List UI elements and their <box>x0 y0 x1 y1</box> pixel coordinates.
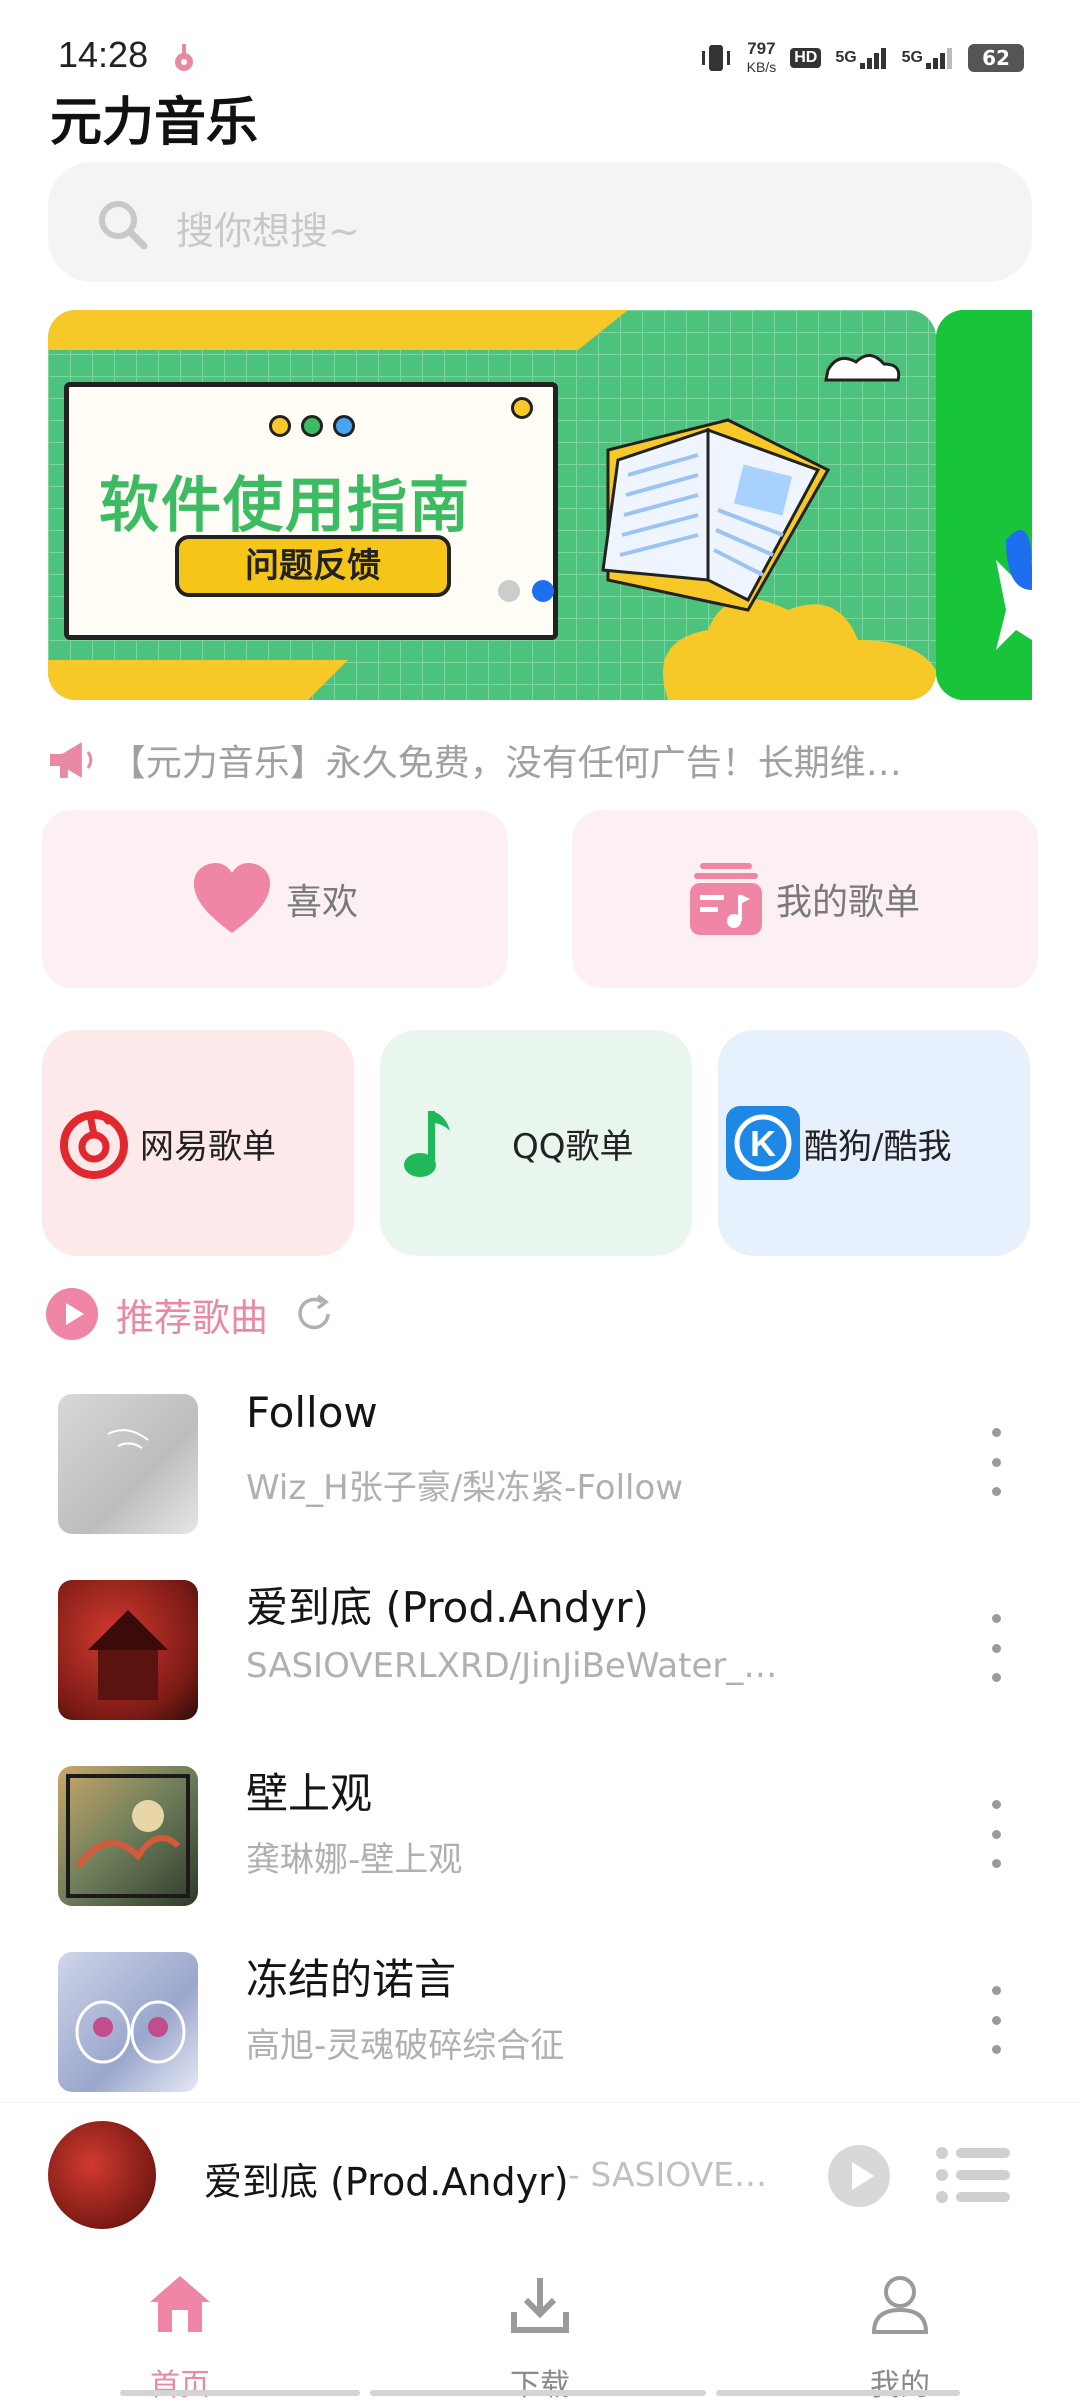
netease-playlist-card[interactable]: 网易歌单 <box>42 1030 354 1256</box>
recommend-title: 推荐歌曲 <box>116 1295 269 1340</box>
play-icon[interactable] <box>826 2143 892 2209</box>
nav-indicator <box>716 2390 960 2396</box>
network-speed: 797 KB/s <box>747 40 777 76</box>
banner-guide[interactable]: 软件使用指南 问题反馈 <box>48 310 936 700</box>
song-title: 冻结的诺言 <box>246 1955 457 2004</box>
cover-art <box>66 1774 190 1898</box>
download-icon <box>511 2278 569 2333</box>
vibrate-icon <box>701 45 730 71</box>
search-bar[interactable]: 搜你想搜~ <box>48 162 1032 282</box>
heart-icon <box>193 863 270 933</box>
player-cover <box>48 2121 156 2229</box>
cover-art <box>107 1429 149 1449</box>
battery-indicator: 62 <box>968 44 1024 72</box>
my-playlists-label: 我的歌单 <box>775 882 920 923</box>
player-title: 爱到底 (Prod.Andyr) <box>204 2160 569 2204</box>
song-subtitle: Wiz_H张子豪/梨冻紧-Follow <box>246 1468 684 1508</box>
refresh-icon[interactable] <box>292 1292 336 1336</box>
recommend-header: 推荐歌曲 <box>46 1284 336 1344</box>
sim2-label: 5G <box>901 49 923 66</box>
song-title: 壁上观 <box>246 1769 373 1818</box>
home-icon <box>150 2276 210 2332</box>
sim1-signal: 5G <box>835 47 887 69</box>
notice-text: 【元力音乐】永久免费，没有任何广告！长期维… <box>109 743 902 784</box>
song-subtitle: 龚琳娜-壁上观 <box>246 1840 463 1880</box>
qq-playlist-card[interactable]: QQ歌单 <box>380 1030 692 1256</box>
banner-next-art <box>936 310 1032 700</box>
more-options-icon[interactable] <box>976 1608 1016 1688</box>
play-circle-icon <box>46 1288 98 1340</box>
player-subtitle: - SASIOVER… <box>568 2155 788 2194</box>
song-subtitle: SASIOVERLXRD/JinJiBeWater_… <box>246 1646 778 1686</box>
app-notification-icon <box>175 44 193 71</box>
cover-art <box>88 1610 168 1700</box>
hd-indicator: HD <box>790 48 822 68</box>
nav-mine[interactable]: 我的 <box>720 2252 1080 2400</box>
banner-dot <box>333 415 355 437</box>
my-playlists-card[interactable]: 我的歌单 <box>572 810 1038 988</box>
banner-next-peek[interactable] <box>936 310 1032 700</box>
sim2-signal: 5G <box>902 47 954 69</box>
bottom-nav: 首页 下载 我的 <box>0 2252 1080 2400</box>
user-icon <box>871 2276 929 2334</box>
playlist-queue-icon[interactable] <box>936 2145 1010 2205</box>
mini-player[interactable]: 爱到底 (Prod.Andyr) - SASIOVER… <box>0 2102 1080 2252</box>
more-options-icon[interactable] <box>976 1980 1016 2060</box>
playlist-icon <box>689 863 762 935</box>
banner-card: 软件使用指南 问题反馈 <box>64 382 558 640</box>
megaphone-icon <box>49 742 93 778</box>
nav-indicator <box>120 2390 360 2396</box>
nav-download[interactable]: 下载 <box>360 2252 720 2400</box>
signal-bars-icon <box>859 48 886 69</box>
banner-dot <box>269 415 291 437</box>
song-cover <box>58 1580 198 1720</box>
more-options-icon[interactable] <box>976 1794 1016 1874</box>
song-subtitle: 高旭-灵魂破碎综合征 <box>246 2026 565 2066</box>
nav-home[interactable]: 首页 <box>0 2252 360 2400</box>
carousel-indicator <box>498 580 520 602</box>
kugou-icon: K <box>726 1106 800 1180</box>
qq-playlist-label: QQ歌单 <box>512 1126 634 1167</box>
cover-art <box>75 2000 186 2064</box>
song-cover <box>58 1766 198 1906</box>
song-row[interactable]: 壁上观 龚琳娜-壁上观 <box>0 1744 1080 1906</box>
song-title: Follow <box>246 1388 378 1437</box>
more-options-icon[interactable] <box>976 1422 1016 1502</box>
status-bar: 14:28 797 KB/s HD 5G 5G 62 <box>0 0 1080 88</box>
carousel-indicator-active <box>532 580 554 602</box>
hd-label: HD <box>790 48 822 68</box>
search-icon <box>99 201 148 250</box>
nav-indicator <box>370 2390 706 2396</box>
banner-title: 软件使用指南 <box>99 471 471 541</box>
status-indicators: 797 KB/s HD 5G 5G 62 <box>699 38 1024 78</box>
feedback-button[interactable]: 问题反馈 <box>175 535 451 597</box>
notice-bar[interactable]: 【元力音乐】永久免费，没有任何广告！长期维… <box>46 730 1036 790</box>
app-title: 元力音乐 <box>50 93 259 153</box>
search-placeholder: 搜你想搜~ <box>176 209 360 253</box>
svg-text:K: K <box>750 1123 776 1164</box>
sim1-label: 5G <box>835 49 857 66</box>
banner-dot <box>511 397 533 419</box>
song-cover <box>58 1952 198 2092</box>
song-cover <box>58 1394 198 1534</box>
qq-music-icon <box>404 1111 450 1177</box>
favorites-card[interactable]: 喜欢 <box>42 810 508 988</box>
network-speed-unit: KB/s <box>746 59 777 75</box>
status-time: 14:28 <box>58 34 149 75</box>
signal-bars-icon <box>926 48 952 69</box>
kugou-playlist-label: 酷狗/酷我 <box>804 1126 952 1167</box>
song-title: 爱到底 (Prod.Andyr) <box>246 1583 649 1632</box>
song-row[interactable]: 冻结的诺言 高旭-灵魂破碎综合征 <box>0 1930 1080 2092</box>
banner-dot <box>301 415 323 437</box>
song-row[interactable]: 爱到底 (Prod.Andyr) SASIOVERLXRD/JinJiBeWat… <box>0 1558 1080 1720</box>
favorites-label: 喜欢 <box>285 882 358 923</box>
kugou-playlist-card[interactable]: K 酷狗/酷我 <box>718 1030 1030 1256</box>
song-row[interactable]: Follow Wiz_H张子豪/梨冻紧-Follow <box>0 1372 1080 1534</box>
network-speed-value: 797 <box>747 39 776 58</box>
netease-playlist-label: 网易歌单 <box>140 1126 276 1167</box>
netease-icon <box>60 1110 128 1179</box>
